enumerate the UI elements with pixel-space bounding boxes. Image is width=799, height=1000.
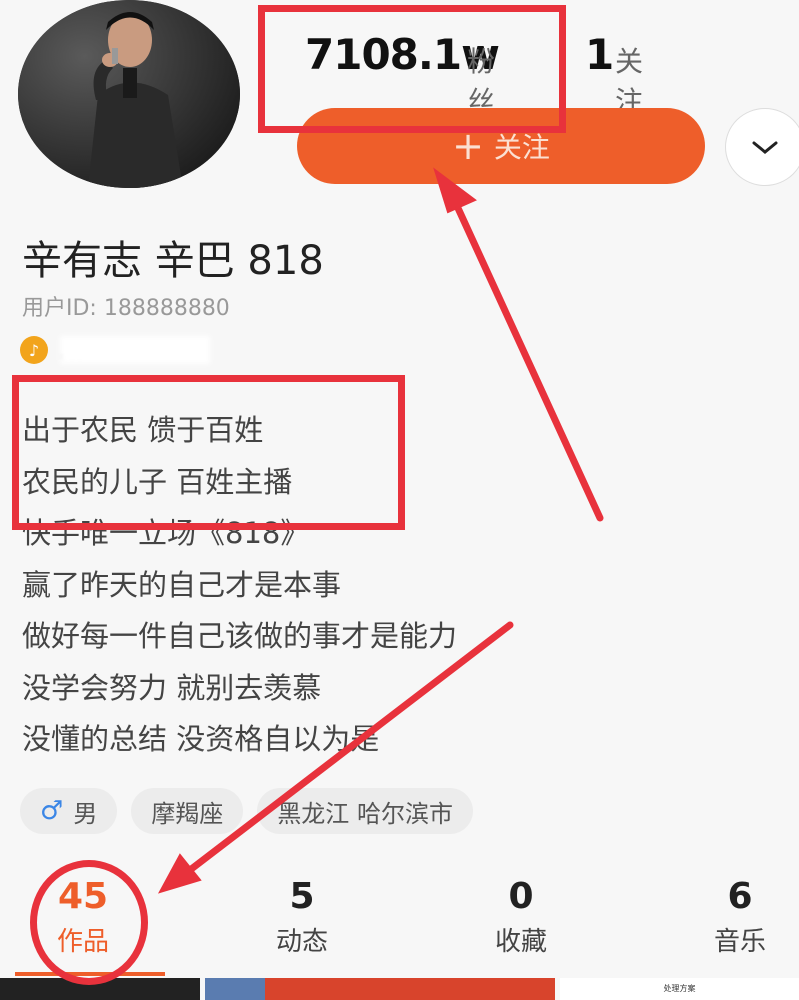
annotation-arrows [157,167,604,894]
